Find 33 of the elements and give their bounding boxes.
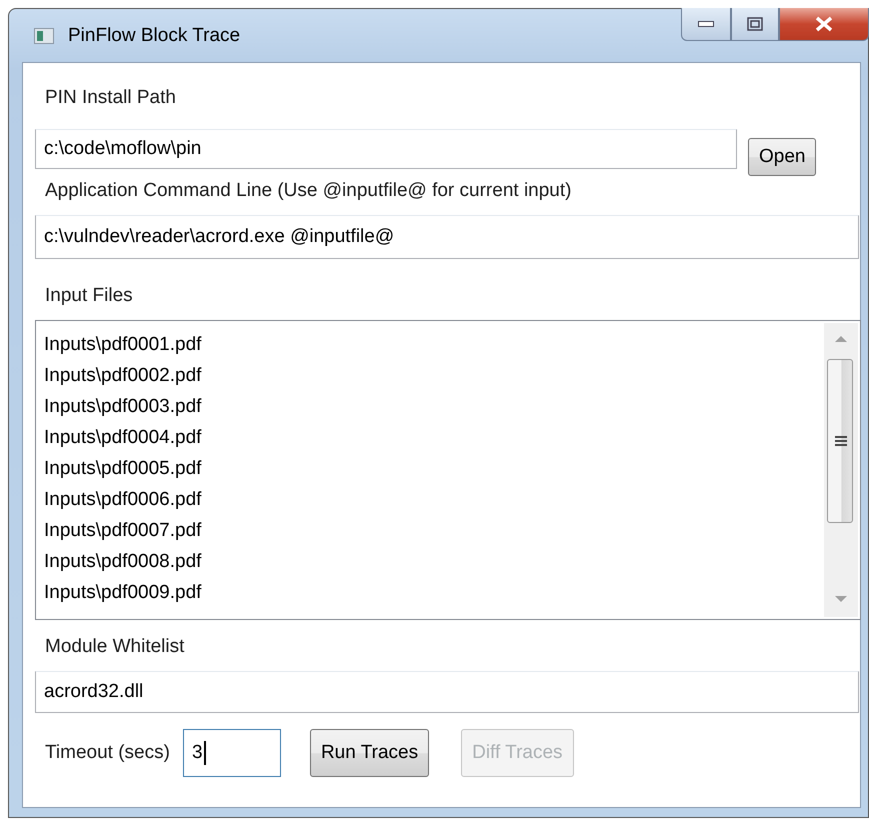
grip-icon: [835, 436, 847, 446]
file-list-item[interactable]: Inputs\pdf0007.pdf: [42, 515, 824, 546]
timeout-label: Timeout (secs): [45, 742, 170, 764]
app-icon: [34, 28, 54, 44]
close-button[interactable]: [779, 8, 869, 41]
timeout-field[interactable]: 3: [182, 729, 281, 777]
minimize-icon[interactable]: [698, 21, 714, 27]
minimize-button[interactable]: [681, 8, 731, 41]
action-button[interactable]: Run Traces: [310, 729, 430, 777]
scrollbar[interactable]: [824, 323, 858, 617]
maximize-icon[interactable]: [747, 17, 763, 31]
command-line-field[interactable]: c:\vulndev\reader\acrord.exe @inputfile@: [35, 215, 859, 259]
scroll-thumb[interactable]: [827, 359, 853, 523]
field-label: Input Files: [44, 284, 134, 308]
field-label: PIN Install Path: [44, 86, 177, 110]
file-list-item[interactable]: Inputs\pdf0002.pdf: [42, 360, 824, 391]
file-list-item[interactable]: Inputs\pdf0009.pdf: [42, 577, 824, 608]
file-list-item[interactable]: Inputs\pdf0006.pdf: [42, 484, 824, 515]
module-whitelist-field[interactable]: acrord32.dll: [35, 671, 859, 713]
field-label: Module Whitelist: [44, 635, 186, 659]
close-icon[interactable]: [815, 16, 833, 32]
field-label: Application Command Line (Use @inputfile@ for current input): [44, 179, 572, 203]
open-button[interactable]: Open: [748, 138, 816, 176]
file-list-item[interactable]: Inputs\pdf0004.pdf: [42, 422, 824, 453]
window-title: PinFlow Block Trace: [68, 24, 240, 46]
path-field[interactable]: c:\code\moflow\pin: [35, 129, 737, 169]
maximize-button[interactable]: [731, 8, 779, 41]
input-files-list[interactable]: Inputs\pdf0001.pdf Inputs\pdf0002.pdf Inputs\pdf0003.pdf Inputs\pdf0004.pdf Inputs\pdf0005.pdf Inputs\pdf0006.pdf Inputs\pdf0007.pdf Inputs\pdf0008.pdf Inputs\pdf0009.pdf: [35, 320, 861, 620]
file-list-item[interactable]: Inputs\pdf0001.pdf: [42, 329, 824, 360]
text-cursor: [204, 741, 206, 765]
file-list-item[interactable]: Inputs\pdf0003.pdf: [42, 391, 824, 422]
file-list-item[interactable]: Inputs\pdf0005.pdf: [42, 453, 824, 484]
file-list-item[interactable]: Inputs\pdf0008.pdf: [42, 546, 824, 577]
